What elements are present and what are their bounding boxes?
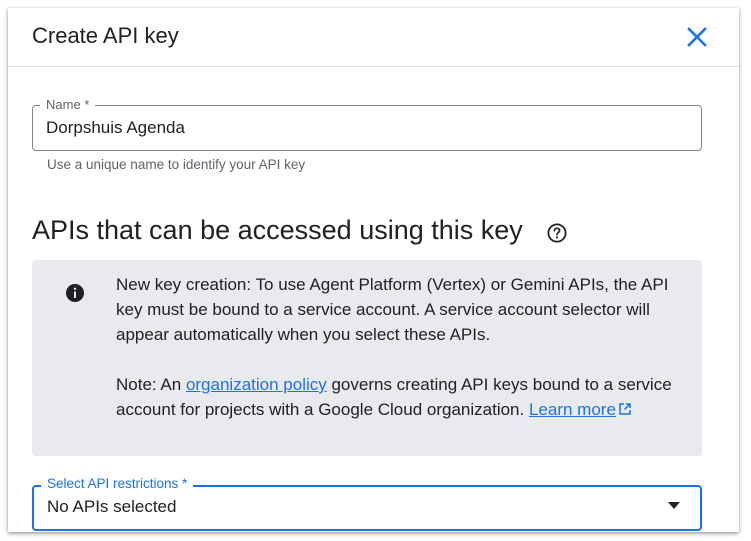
dialog-header: Create API key [8,8,739,67]
create-api-key-dialog: Create API key Name * Use a unique name … [8,8,739,532]
name-input[interactable] [46,116,686,140]
info-icon [66,284,84,302]
info-banner-text: New key creation: To use Agent Platform … [116,272,686,422]
help-button[interactable] [546,222,568,244]
organization-policy-link[interactable]: organization policy [186,375,327,394]
name-helper-text: Use a unique name to identify your API k… [47,157,306,172]
info-note: Note: An organization policy governs cre… [116,372,686,422]
api-restrictions-value: No APIs selected [47,497,177,516]
dialog-title: Create API key [32,23,179,48]
close-button[interactable] [683,23,711,51]
dropdown-arrow-icon[interactable] [668,502,680,510]
info-paragraph: New key creation: To use Agent Platform … [116,275,669,344]
note-prefix: Note: An [116,375,186,394]
help-circle-icon [547,223,567,243]
name-field-label: Name * [40,97,96,112]
learn-more-label: Learn more [528,400,616,419]
section-title: APIs that can be accessed using this key [32,215,523,245]
external-link-icon [619,403,631,415]
learn-more-link[interactable]: Learn more [529,400,632,419]
close-icon [687,27,707,47]
api-restrictions-label: Select API restrictions * [41,476,194,491]
